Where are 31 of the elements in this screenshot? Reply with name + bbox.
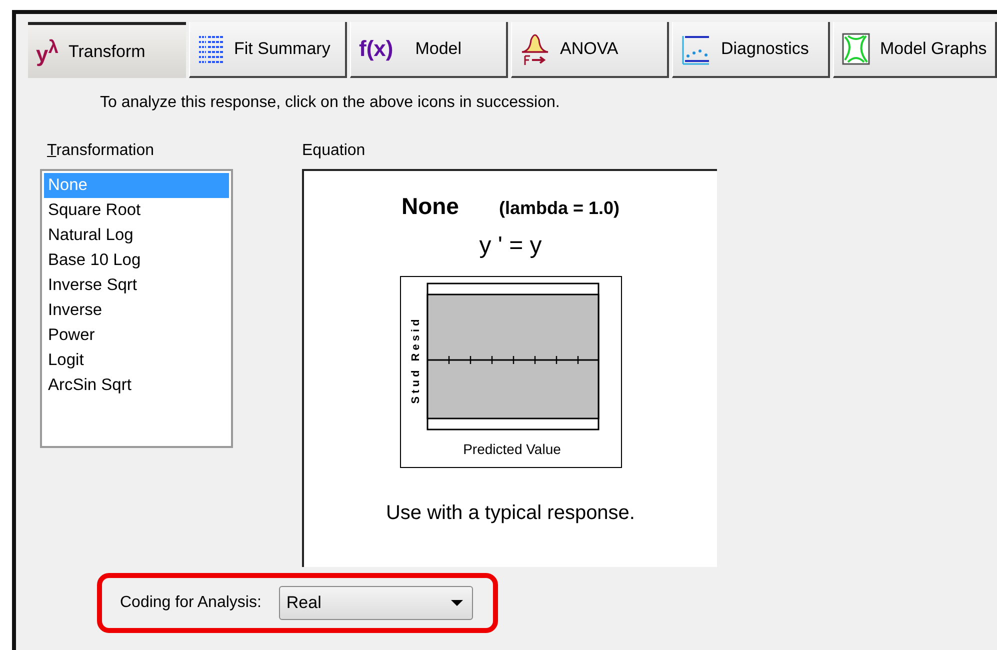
list-item[interactable]: Inverse Sqrt [44, 273, 229, 298]
lambda-value: (lambda = 1.0) [498, 198, 620, 219]
description-text: Use with a typical response. [386, 502, 635, 525]
list-item[interactable]: Power [44, 323, 229, 348]
bell-curve-icon [520, 32, 550, 66]
caret-icon [450, 599, 464, 607]
transformation-list[interactable]: None Square Root Natural Log Base 10 Log Inverse Sqrt Inverse Power Logit ArcSin Sqrt [40, 169, 233, 448]
equation-label: Equation [302, 142, 366, 161]
list-item[interactable]: ArcSin Sqrt [44, 373, 229, 398]
list-item[interactable]: Natural Log [44, 223, 229, 248]
tab[interactable]: f(x) Model [350, 22, 508, 78]
tab[interactable]: Diagnostics [672, 22, 830, 78]
coding-dropdown[interactable]: Real [279, 586, 474, 620]
tab[interactable]: Model Graphs [833, 22, 997, 78]
function-icon: f(x) [359, 36, 394, 62]
tab[interactable]: ANOVA [511, 22, 669, 78]
list-item[interactable]: Square Root [44, 198, 229, 223]
power-icon: y$^{λ}$ [36, 36, 58, 68]
equation-formula: y ' = y [479, 232, 542, 260]
tab[interactable]: Fit Summary [189, 22, 347, 78]
transformation-name: None [401, 193, 459, 220]
list-item[interactable]: Logit [44, 348, 229, 373]
list-item[interactable]: Inverse [44, 298, 229, 323]
coding-label: Coding for Analysis: [120, 594, 262, 612]
transformation-label: Transformation [47, 142, 156, 161]
tab[interactable]: y$^{λ}$ Transform [28, 22, 186, 78]
residual-plot-drawing: Predicted Value Stud Resid [400, 276, 622, 468]
instruction-text: To analyze this response, click on the above icons in succession. [100, 94, 561, 112]
table-icon [198, 34, 224, 64]
list-item[interactable]: Base 10 Log [44, 248, 229, 273]
contour-plot-icon [842, 32, 870, 66]
